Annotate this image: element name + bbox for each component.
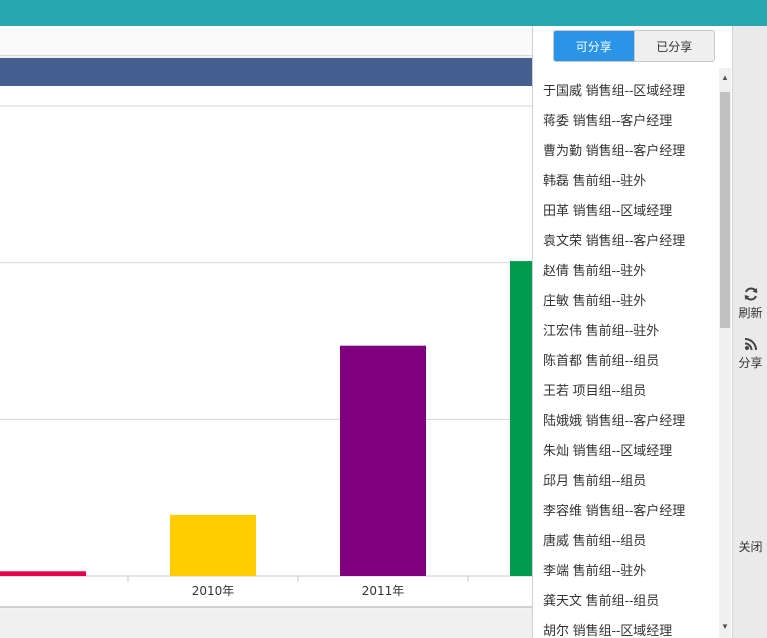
- user-list-item[interactable]: 陆娥娥 销售组--客户经理: [543, 410, 719, 440]
- user-list-item[interactable]: 胡尔 销售组--区域经理: [543, 620, 719, 638]
- user-list-item[interactable]: 唐威 售前组--组员: [543, 530, 719, 560]
- toolbar-strip: [0, 26, 532, 56]
- tab-shared[interactable]: 已分享: [633, 31, 714, 61]
- bar-2011年[interactable]: [340, 345, 426, 576]
- bar-partial[interactable]: [0, 571, 86, 576]
- x-tick-label: 2010年: [192, 584, 235, 598]
- top-bar: [0, 0, 767, 26]
- user-list-item[interactable]: 蒋委 销售组--客户经理: [543, 110, 719, 140]
- user-list: 于国威 销售组--区域经理 蒋委 销售组--客户经理 曹为勤 销售组--客户经理…: [543, 80, 719, 638]
- user-list-scrollbar[interactable]: ▲ ▼: [719, 68, 731, 638]
- user-list-item[interactable]: 李容维 销售组--客户经理: [543, 500, 719, 530]
- bar-2010年[interactable]: [170, 514, 256, 576]
- right-action-rail: 刷新 分享 关闭: [732, 26, 767, 638]
- tab-shareable[interactable]: 可分享: [554, 31, 634, 61]
- bar-chart-svg: 2010年2011年2012年: [0, 105, 532, 598]
- user-list-item[interactable]: 江宏伟 售前组--驻外: [543, 320, 719, 350]
- footer-bar: [0, 610, 532, 638]
- close-label: 关闭: [738, 540, 763, 554]
- scrollbar-thumb[interactable]: [720, 92, 730, 328]
- scroll-down-arrow-icon[interactable]: ▼: [719, 621, 731, 633]
- share-panel: 可分享 已分享 于国威 销售组--区域经理 蒋委 销售组--客户经理 曹为勤 销…: [532, 26, 732, 638]
- scroll-up-arrow-icon[interactable]: ▲: [719, 72, 731, 84]
- bar-chart: 2010年2011年2012年: [0, 86, 532, 608]
- user-list-item[interactable]: 邱月 售前组--组员: [543, 470, 719, 500]
- user-list-item[interactable]: 庄敏 售前组--驻外: [543, 290, 719, 320]
- user-list-container: 于国威 销售组--区域经理 蒋委 销售组--客户经理 曹为勤 销售组--客户经理…: [535, 68, 731, 638]
- chart-header-bar: [0, 58, 532, 86]
- refresh-button[interactable]: 刷新: [733, 286, 767, 321]
- share-button[interactable]: 分享: [733, 336, 767, 371]
- share-label: 分享: [738, 356, 763, 370]
- user-list-item[interactable]: 韩磊 售前组--驻外: [543, 170, 719, 200]
- user-list-item[interactable]: 朱灿 销售组--区域经理: [543, 440, 719, 470]
- user-list-item[interactable]: 陈首都 售前组--组员: [543, 350, 719, 380]
- user-list-item[interactable]: 赵倩 售前组--驻外: [543, 260, 719, 290]
- share-tabs: 可分享 已分享: [553, 30, 715, 62]
- user-list-item[interactable]: 王若 项目组--组员: [543, 380, 719, 410]
- user-list-item[interactable]: 龚天文 售前组--组员: [543, 590, 719, 620]
- user-list-item[interactable]: 袁文荣 销售组--客户经理: [543, 230, 719, 260]
- refresh-label: 刷新: [738, 306, 763, 320]
- user-list-item[interactable]: 曹为勤 销售组--客户经理: [543, 140, 719, 170]
- bar-2012年[interactable]: [510, 261, 532, 576]
- x-tick-label: 2011年: [362, 584, 405, 598]
- user-list-item[interactable]: 李端 售前组--驻外: [543, 560, 719, 590]
- refresh-icon: [744, 287, 757, 301]
- rss-share-icon: [744, 338, 757, 351]
- user-list-item[interactable]: 于国威 销售组--区域经理: [543, 80, 719, 110]
- close-button[interactable]: 关闭: [733, 538, 767, 555]
- user-list-item[interactable]: 田革 销售组--区域经理: [543, 200, 719, 230]
